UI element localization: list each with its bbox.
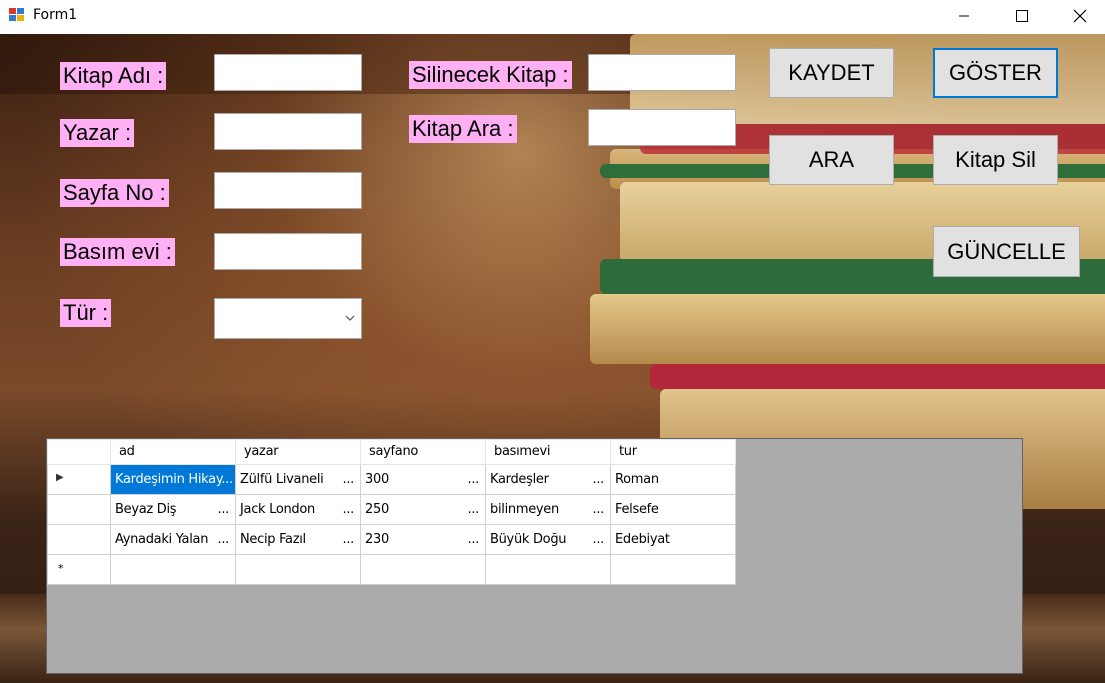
kitap-ara-input[interactable]: [588, 109, 736, 146]
grid-corner-header[interactable]: [47, 439, 111, 465]
grid-cell[interactable]: [485, 554, 611, 585]
row-header[interactable]: ▶: [47, 464, 111, 495]
grid-cell[interactable]: [360, 554, 486, 585]
label-tur: Tür :: [60, 299, 112, 327]
books-datagrid[interactable]: ad yazar sayfano basımevi tur ▶ Kardeşim…: [46, 438, 1023, 674]
table-row[interactable]: ▶ Kardeşimin Hikay... Zülfü Livaneli... …: [47, 464, 736, 495]
grid-cell[interactable]: 250...: [360, 494, 486, 525]
grid-cell[interactable]: Felsefe: [610, 494, 736, 525]
column-header-tur[interactable]: tur: [610, 439, 736, 465]
label-yazar: Yazar :: [60, 119, 135, 147]
label-sayfa-no: Sayfa No :: [60, 179, 169, 207]
goster-button[interactable]: GÖSTER: [933, 48, 1058, 98]
grid-cell[interactable]: Kardeşler...: [485, 464, 611, 495]
maximize-icon: [1016, 10, 1028, 22]
grid-header-row: ad yazar sayfano basımevi tur: [47, 439, 736, 465]
new-row-marker-icon: *: [58, 562, 64, 575]
ara-button[interactable]: ARA: [769, 135, 894, 185]
table-row[interactable]: Aynadaki Yalan... Necip Fazıl... 230... …: [47, 524, 736, 555]
column-header-sayfano[interactable]: sayfano: [360, 439, 486, 465]
minimize-button[interactable]: [941, 0, 987, 32]
silinecek-kitap-input[interactable]: [588, 54, 736, 91]
books-table: ad yazar sayfano basımevi tur ▶ Kardeşim…: [47, 439, 736, 585]
chevron-down-icon: [345, 315, 355, 321]
label-kitap-ara: Kitap Ara :: [409, 115, 517, 143]
grid-cell[interactable]: Aynadaki Yalan...: [110, 524, 236, 555]
minimize-icon: [959, 15, 969, 17]
close-button[interactable]: [1057, 0, 1103, 32]
grid-cell[interactable]: 230...: [360, 524, 486, 555]
grid-cell[interactable]: Necip Fazıl...: [235, 524, 361, 555]
kitap-adi-input[interactable]: [214, 54, 362, 91]
grid-cell[interactable]: Roman: [610, 464, 736, 495]
grid-cell[interactable]: Jack London...: [235, 494, 361, 525]
label-basim-evi: Basım evi :: [60, 238, 175, 266]
form-client-area: Kitap Adı : Yazar : Sayfa No : Basım evi…: [0, 34, 1105, 683]
row-header[interactable]: [47, 524, 111, 555]
current-row-marker-icon: ▶: [56, 472, 64, 483]
column-header-ad[interactable]: ad: [110, 439, 236, 465]
grid-cell[interactable]: Beyaz Diş...: [110, 494, 236, 525]
window-title: Form1: [33, 7, 78, 23]
column-header-basimevi[interactable]: basımevi: [485, 439, 611, 465]
new-row[interactable]: *: [47, 554, 736, 585]
kaydet-button[interactable]: KAYDET: [769, 48, 894, 98]
grid-cell[interactable]: Zülfü Livaneli...: [235, 464, 361, 495]
row-header[interactable]: *: [47, 554, 111, 585]
row-header[interactable]: [47, 494, 111, 525]
sayfa-no-input[interactable]: [214, 172, 362, 209]
grid-cell[interactable]: Büyük Doğu...: [485, 524, 611, 555]
grid-cell[interactable]: [235, 554, 361, 585]
title-bar: Form1: [0, 0, 1105, 34]
table-row[interactable]: Beyaz Diş... Jack London... 250... bilin…: [47, 494, 736, 525]
guncelle-button[interactable]: GÜNCELLE: [933, 226, 1080, 277]
yazar-input[interactable]: [214, 113, 362, 150]
grid-cell[interactable]: [610, 554, 736, 585]
grid-cell[interactable]: [110, 554, 236, 585]
basim-evi-input[interactable]: [214, 233, 362, 270]
column-header-yazar[interactable]: yazar: [235, 439, 361, 465]
kitap-sil-button[interactable]: Kitap Sil: [933, 135, 1058, 185]
grid-cell[interactable]: 300...: [360, 464, 486, 495]
tur-combobox[interactable]: [214, 298, 362, 339]
close-icon: [1073, 9, 1087, 23]
grid-cell[interactable]: Kardeşimin Hikay...: [110, 464, 236, 495]
maximize-button[interactable]: [999, 0, 1045, 32]
grid-cell[interactable]: bilinmeyen...: [485, 494, 611, 525]
label-silinecek-kitap: Silinecek Kitap :: [409, 61, 572, 89]
app-icon: [9, 8, 25, 22]
label-kitap-adi: Kitap Adı :: [60, 62, 167, 90]
grid-cell[interactable]: Edebiyat: [610, 524, 736, 555]
